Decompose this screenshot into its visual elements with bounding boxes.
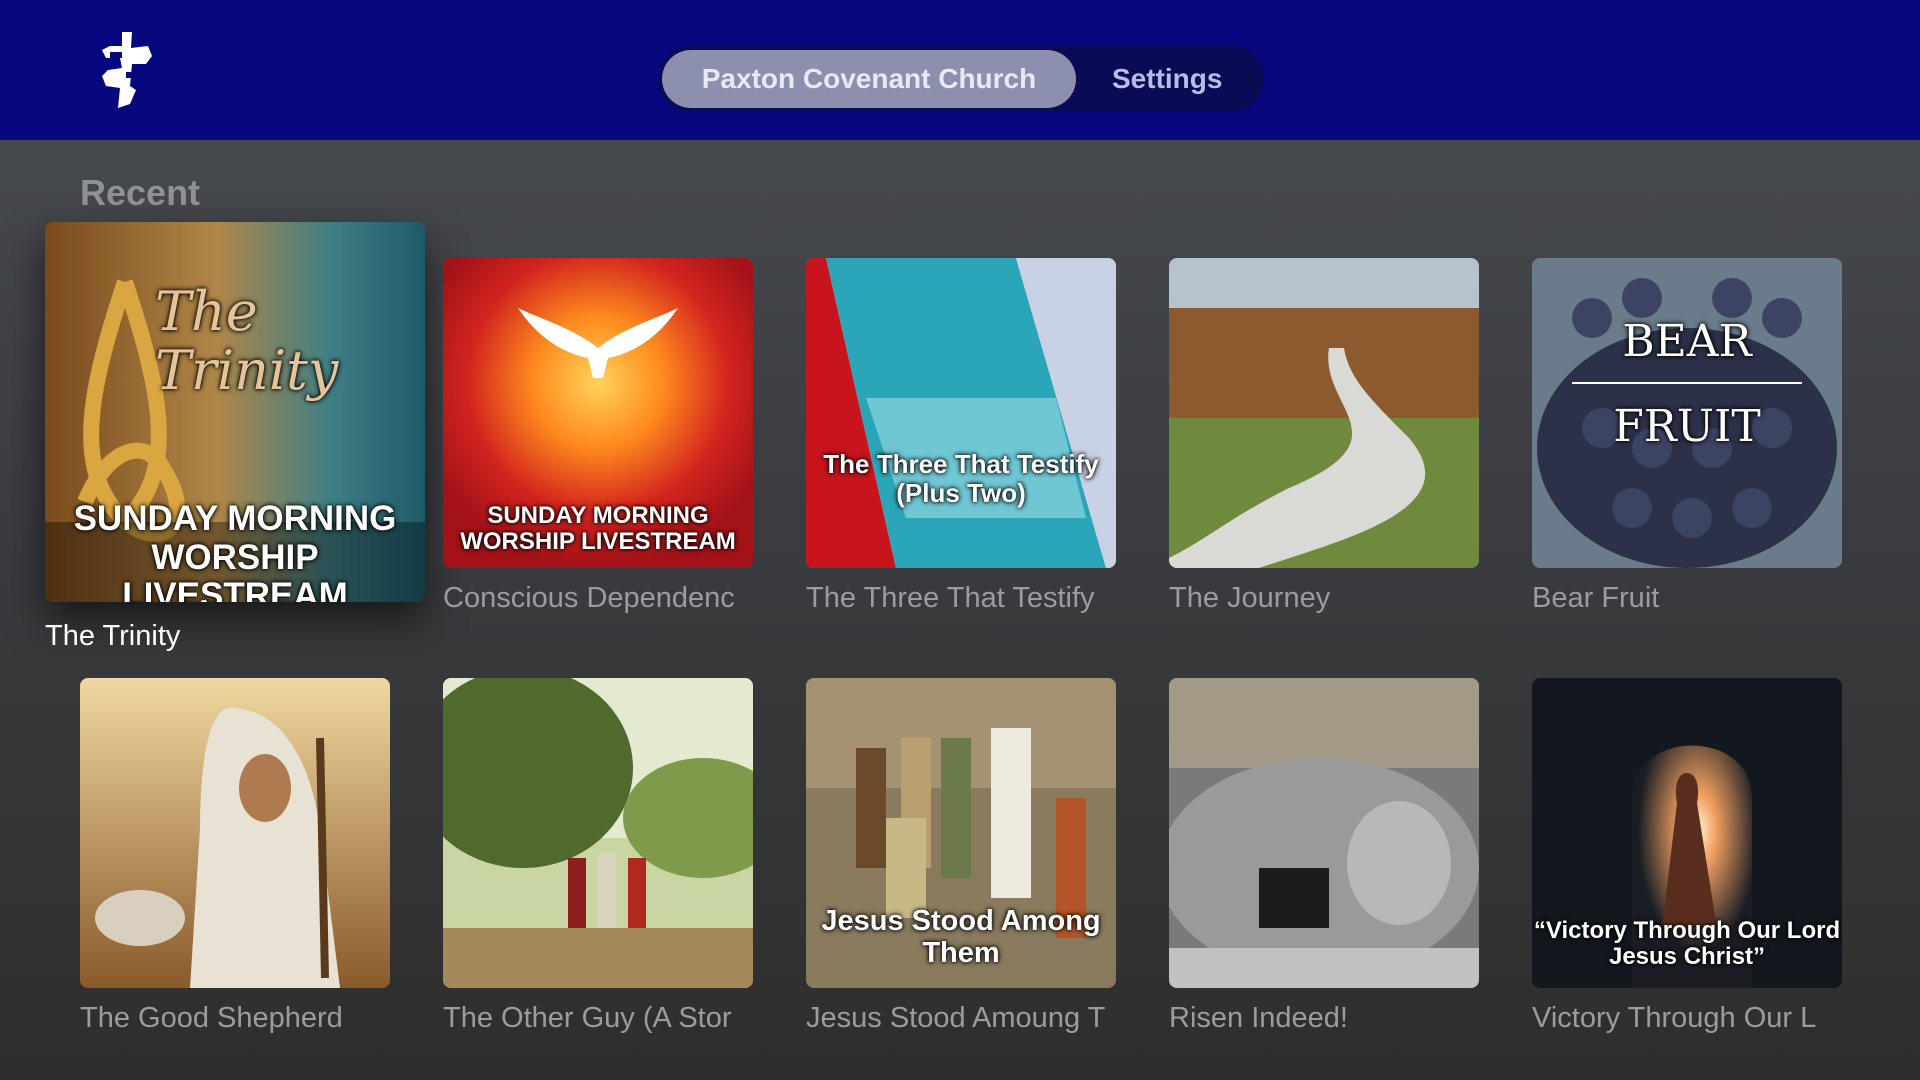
tile-title: Conscious Dependenc bbox=[443, 582, 735, 614]
thumbnail: SUNDAY MORNING WORSHIP LIVESTREAM bbox=[443, 258, 753, 568]
section-title-recent: Recent bbox=[80, 172, 201, 213]
cross-logo-icon bbox=[96, 30, 160, 110]
art-caption: SUNDAY MORNING WORSHIP LIVESTREAM bbox=[460, 502, 736, 556]
top-bar: Paxton Covenant Church Settings bbox=[0, 0, 1920, 140]
thumbnail: BEAR FRUIT bbox=[1532, 258, 1842, 568]
thumbnail: The Trinity SUNDAY MORNING WORSHIP LIVES… bbox=[45, 222, 425, 602]
video-tile-conscious-dependence[interactable]: SUNDAY MORNING WORSHIP LIVESTREAM Consci… bbox=[443, 258, 753, 618]
tab-settings[interactable]: Settings bbox=[1076, 50, 1258, 108]
tile-title: The Journey bbox=[1169, 582, 1331, 614]
top-navigation: Paxton Covenant Church Settings bbox=[658, 46, 1264, 112]
tile-title: The Other Guy (A Stor bbox=[443, 1002, 732, 1034]
art-caption: Jesus Stood Among Them bbox=[821, 905, 1101, 969]
art-caption: The Three That Testify (Plus Two) bbox=[823, 449, 1099, 508]
thumbnail bbox=[1169, 678, 1479, 988]
video-tile-bear-fruit[interactable]: BEAR FRUIT Bear Fruit bbox=[1532, 258, 1842, 618]
art-title: The Trinity bbox=[155, 280, 339, 403]
video-tile-the-good-shepherd[interactable]: The Good Shepherd bbox=[80, 678, 390, 1038]
tile-title: Jesus Stood Amoung T bbox=[806, 1002, 1106, 1034]
video-tile-risen-indeed[interactable]: Risen Indeed! bbox=[1169, 678, 1479, 1038]
tile-title: The Trinity bbox=[45, 620, 181, 652]
video-tile-jesus-stood-among-them[interactable]: Jesus Stood Among Them Jesus Stood Amoun… bbox=[806, 678, 1116, 1038]
thumbnail: The Three That Testify (Plus Two) bbox=[806, 258, 1116, 568]
video-tile-the-three-that-testify[interactable]: The Three That Testify (Plus Two) The Th… bbox=[806, 258, 1116, 618]
art-caption: “Victory Through Our Lord Jesus Christ” bbox=[1533, 917, 1841, 971]
tab-paxton-covenant-church[interactable]: Paxton Covenant Church bbox=[662, 50, 1076, 108]
thumbnail bbox=[80, 678, 390, 988]
thumbnail: “Victory Through Our Lord Jesus Christ” bbox=[1532, 678, 1842, 988]
video-tile-the-other-guy[interactable]: The Other Guy (A Stor bbox=[443, 678, 753, 1038]
art-title-line-2: FRUIT bbox=[1613, 401, 1761, 452]
art-caption: SUNDAY MORNING WORSHIP LIVESTREAM bbox=[73, 499, 397, 602]
tile-title: The Three That Testify bbox=[806, 582, 1095, 614]
tile-title: Bear Fruit bbox=[1532, 582, 1660, 614]
tile-title: Risen Indeed! bbox=[1169, 1002, 1348, 1034]
tile-title: The Good Shepherd bbox=[80, 1002, 343, 1034]
thumbnail: Jesus Stood Among Them bbox=[806, 678, 1116, 988]
thumbnail bbox=[443, 678, 753, 988]
art-title-line-1: BEAR bbox=[1622, 316, 1752, 367]
video-tile-the-journey[interactable]: The Journey bbox=[1169, 258, 1479, 618]
thumbnail bbox=[1169, 258, 1479, 568]
tile-title: Victory Through Our L bbox=[1532, 1002, 1817, 1034]
video-tile-the-trinity[interactable]: The Trinity SUNDAY MORNING WORSHIP LIVES… bbox=[45, 222, 425, 662]
video-tile-victory-through-our-lord[interactable]: “Victory Through Our Lord Jesus Christ” … bbox=[1532, 678, 1842, 1038]
